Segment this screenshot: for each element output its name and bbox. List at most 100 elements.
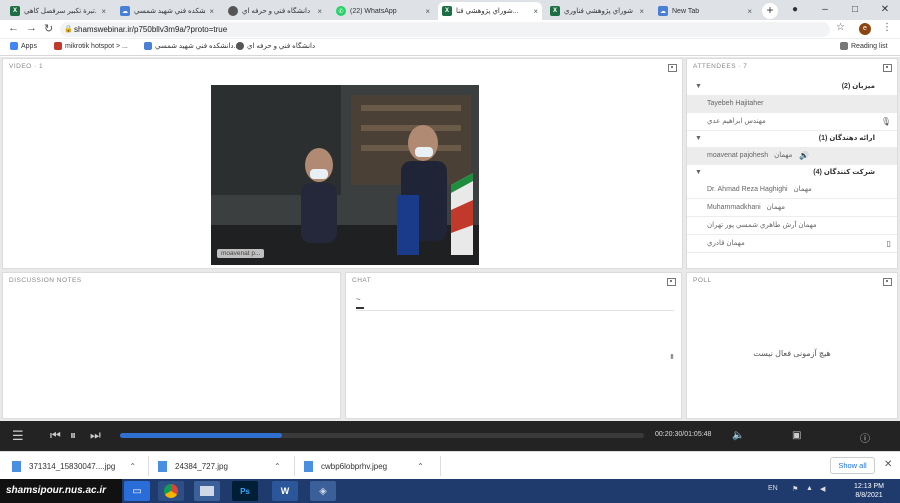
attendee-group-presenters[interactable]: ▼ ارائه دهندگان (1) <box>687 131 897 147</box>
minimize-icon[interactable]: – <box>810 0 840 20</box>
browser-tab[interactable]: ✆ (22) WhatsApp × <box>332 2 434 20</box>
fast-forward-icon[interactable]: ⏭ <box>90 428 101 443</box>
photoshop-icon: Ps <box>240 486 250 496</box>
language-indicator[interactable]: EN <box>768 485 778 492</box>
taskbar-app-other[interactable]: ◈ <box>310 481 336 501</box>
attendee-item[interactable]: مهندس ابراهیم عدي 🎙 <box>687 113 897 131</box>
download-item[interactable]: 24384_727.jpg ⌃ <box>158 458 281 474</box>
profile-dot-icon[interactable]: ● <box>780 0 810 20</box>
new-tab-button[interactable]: + <box>762 3 778 19</box>
bookmark-star-icon[interactable]: ☆ <box>836 22 845 33</box>
bookmark-apps[interactable]: Apps <box>10 42 37 50</box>
reload-icon[interactable]: ↻ <box>44 22 53 35</box>
attendee-group-participants[interactable]: ▼ شرکت کنندگان (4) <box>687 165 897 181</box>
show-all-downloads-button[interactable]: Show all <box>830 457 875 474</box>
chevron-up-icon[interactable]: ⌃ <box>274 462 281 471</box>
fullscreen-icon[interactable] <box>883 64 892 72</box>
tab-title: New Tab <box>672 7 700 15</box>
browser-tab[interactable]: X شوراي پژوهشي فناوري ... × <box>546 2 648 20</box>
taskbar-clock[interactable]: 12:13 PM 8/8/2021 <box>854 482 884 500</box>
avatar[interactable]: e <box>859 23 871 35</box>
attendee-name: مهمان قادري <box>707 240 745 247</box>
attendee-name: Tayebeh Hajitaher <box>707 100 764 107</box>
word-icon: W <box>280 486 290 496</box>
menu-icon[interactable]: ☰ <box>12 428 24 444</box>
bookmark-label: Apps <box>21 42 37 50</box>
close-window-icon[interactable]: ✕ <box>870 0 900 20</box>
fullscreen-icon[interactable] <box>667 278 676 286</box>
group-label: میزبان (2) <box>841 83 875 90</box>
speaker-name-tag: moavenat p... <box>217 249 265 258</box>
browser-tab[interactable]: ☁ New Tab × <box>654 2 756 20</box>
download-item[interactable]: cwbp6lobprhv.jpeg ⌃ <box>304 458 424 474</box>
taskbar-app-window[interactable] <box>194 481 220 501</box>
close-tab-icon[interactable]: × <box>101 7 106 16</box>
close-tab-icon[interactable]: × <box>533 7 538 16</box>
download-divider <box>294 456 295 476</box>
speaker-icon: 🔊 <box>799 151 809 160</box>
attendee-item[interactable]: مهمان آرش طاهري شمسي پور تهران <box>687 217 897 235</box>
fullscreen-icon[interactable] <box>668 64 677 72</box>
chat-scroll-icon[interactable]: ⬍ <box>669 353 675 361</box>
chevron-up-icon[interactable]: ⌃ <box>129 462 136 471</box>
notes-panel-header: DISCUSSION NOTES <box>9 277 82 284</box>
close-tab-icon[interactable]: × <box>317 7 322 16</box>
attendee-name: Dr. Ahmad Reza Haghighi <box>707 186 788 193</box>
network-icon[interactable]: ▲ <box>806 485 813 492</box>
browser-tab[interactable]: X تبرة تكبير سرفصل كاهي... × <box>6 2 110 20</box>
app-icon: ◈ <box>319 485 327 497</box>
pause-icon[interactable]: ⏸ <box>70 428 76 443</box>
browser-tab[interactable]: ☁ دانشكده فني شهيد شمسي ... × <box>116 2 218 20</box>
chat-divider <box>356 310 674 311</box>
chrome-icon <box>236 42 244 50</box>
tab-title: تبرة تكبير سرفصل كاهي... <box>24 8 97 15</box>
close-tab-icon[interactable]: × <box>209 7 214 16</box>
taskbar-app-word[interactable]: W <box>272 481 298 501</box>
attendee-item[interactable]: Muhammadkhani مهمان <box>687 199 897 217</box>
browser-tab-active[interactable]: X شوراي پژوهشي فنا... × <box>438 2 542 20</box>
bookmark-shamsi[interactable]: دانشكده فني شهيد شمسي... <box>144 42 239 50</box>
info-icon[interactable]: ⓘ <box>860 430 870 445</box>
guest-badge: مهمان <box>774 152 793 159</box>
video-stream[interactable]: moavenat p... <box>211 85 479 265</box>
url-text: shamswebinar.ir/p750bllv3m9a/?proto=true <box>74 25 228 34</box>
forward-icon[interactable]: → <box>26 22 37 34</box>
layout-icon[interactable]: ▣ <box>792 430 801 441</box>
tray-flag-icon[interactable]: ⚑ <box>792 485 798 493</box>
tab-title: شوراي پژوهشي فنا... <box>456 8 519 15</box>
attendee-item[interactable]: Dr. Ahmad Reza Haghighi مهمان <box>687 181 897 199</box>
taskbar-app-chrome[interactable] <box>158 481 184 501</box>
browser-tab[interactable]: دانشگاه فني و حرفه اي × <box>224 2 326 20</box>
maximize-icon[interactable]: □ <box>840 0 870 20</box>
bookmark-mikrotik[interactable]: mikrotik hotspot > ... <box>54 42 128 50</box>
close-tab-icon[interactable]: × <box>425 7 430 16</box>
playback-progress-bar[interactable] <box>120 433 644 438</box>
player-control-bar: ☰ ⏮ ⏸ ⏭ 00:20:30/01:05:48 🔈 ▣ ⓘ <box>0 421 900 451</box>
clock-date: 8/8/2021 <box>855 492 883 499</box>
taskbar-app-photoshop[interactable]: Ps <box>232 481 258 501</box>
close-tab-icon[interactable]: × <box>747 7 752 16</box>
attendee-item[interactable]: مهمان قادري ▯ <box>687 235 897 253</box>
tab-title: دانشكده فني شهيد شمسي ... <box>134 8 206 15</box>
download-item[interactable]: 371314_15830047....jpg ⌃ <box>12 458 136 474</box>
bookmark-tvu[interactable]: دانشگاه فني و حرفه اي <box>236 42 315 50</box>
chevron-up-icon[interactable]: ⌃ <box>417 462 424 471</box>
rewind-icon[interactable]: ⏮ <box>50 428 61 443</box>
taskbar-app-explorer[interactable]: ▭ <box>124 481 150 501</box>
attendee-item[interactable]: Tayebeh Hajitaher <box>687 95 897 113</box>
image-file-icon <box>158 460 167 472</box>
menu-kebab-icon[interactable]: ⋮ <box>882 22 892 33</box>
bookmark-label: mikrotik hotspot > ... <box>65 42 128 50</box>
attendee-group-hosts[interactable]: ▼ میزبان (2) <box>687 79 897 95</box>
url-input[interactable]: 🔒 shamswebinar.ir/p750bllv3m9a/?proto=tr… <box>60 22 830 37</box>
back-icon[interactable]: ← <box>8 22 19 34</box>
close-downloads-icon[interactable]: ✕ <box>884 459 892 470</box>
volume-icon[interactable]: 🔈 <box>732 430 744 441</box>
download-divider <box>148 456 149 476</box>
fullscreen-icon[interactable] <box>883 278 892 286</box>
reading-list[interactable]: Reading list <box>840 42 888 50</box>
watermark-brand: shamsipour.nus.ac.ir <box>0 479 122 503</box>
attendee-item[interactable]: moavenat pajohesh مهمان 🔊 <box>687 147 897 165</box>
close-tab-icon[interactable]: × <box>639 7 644 16</box>
volume-tray-icon[interactable]: ◀ <box>820 485 825 493</box>
